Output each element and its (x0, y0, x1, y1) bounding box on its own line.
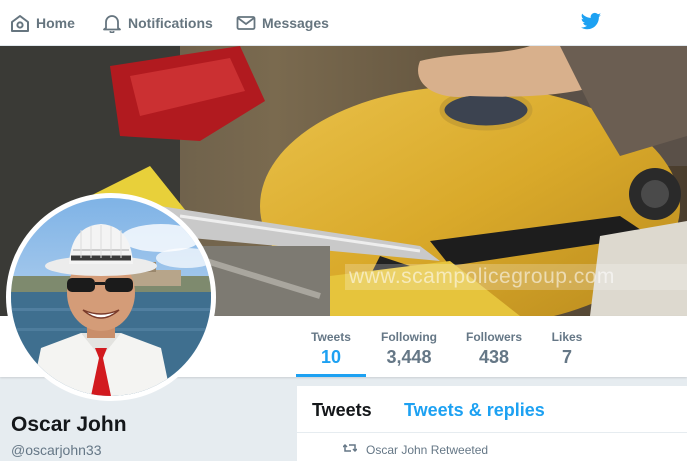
twitter-bird-icon[interactable] (580, 12, 602, 37)
timeline-tabs: Tweets Tweets & replies (297, 386, 687, 433)
home-icon (10, 13, 30, 33)
retweet-icon (342, 442, 358, 457)
top-navigation: Home Notifications Messages (0, 0, 687, 46)
tab-tweets-and-replies[interactable]: Tweets & replies (404, 400, 545, 421)
stat-followers-label: Followers (465, 330, 522, 344)
stat-following[interactable]: Following 3,448 (373, 316, 445, 377)
avatar[interactable] (6, 193, 216, 401)
stat-following-label: Following (381, 330, 437, 344)
envelope-icon (236, 13, 256, 33)
retweet-label[interactable]: Oscar John Retweeted (366, 443, 488, 457)
stat-likes-count: 7 (561, 347, 572, 367)
stat-tweets-count: 10 (320, 347, 342, 367)
stat-followers[interactable]: Followers 438 (458, 316, 530, 377)
bell-icon (102, 13, 122, 33)
stat-tweets[interactable]: Tweets 10 (296, 316, 366, 377)
tab-tweets[interactable]: Tweets (312, 400, 372, 421)
nav-notifications-label: Notifications (128, 15, 213, 31)
profile-handle[interactable]: @oscarjohn33 (11, 442, 102, 458)
stat-tweets-label: Tweets (311, 330, 351, 344)
stat-likes[interactable]: Likes 7 (537, 316, 597, 377)
nav-messages[interactable]: Messages (236, 0, 329, 46)
nav-messages-label: Messages (262, 15, 329, 31)
stat-likes-label: Likes (551, 330, 583, 344)
profile-name[interactable]: Oscar John (11, 413, 127, 437)
retweet-context: Oscar John Retweeted (342, 442, 488, 457)
nav-home[interactable]: Home (10, 0, 75, 46)
timeline: Tweets Tweets & replies Oscar John Retwe… (297, 386, 687, 461)
nav-notifications[interactable]: Notifications (102, 0, 213, 46)
stat-following-count: 3,448 (386, 347, 432, 367)
stat-followers-count: 438 (478, 347, 510, 367)
nav-home-label: Home (36, 15, 75, 31)
banner-watermark: www.scampolicegroup.com (345, 264, 687, 290)
